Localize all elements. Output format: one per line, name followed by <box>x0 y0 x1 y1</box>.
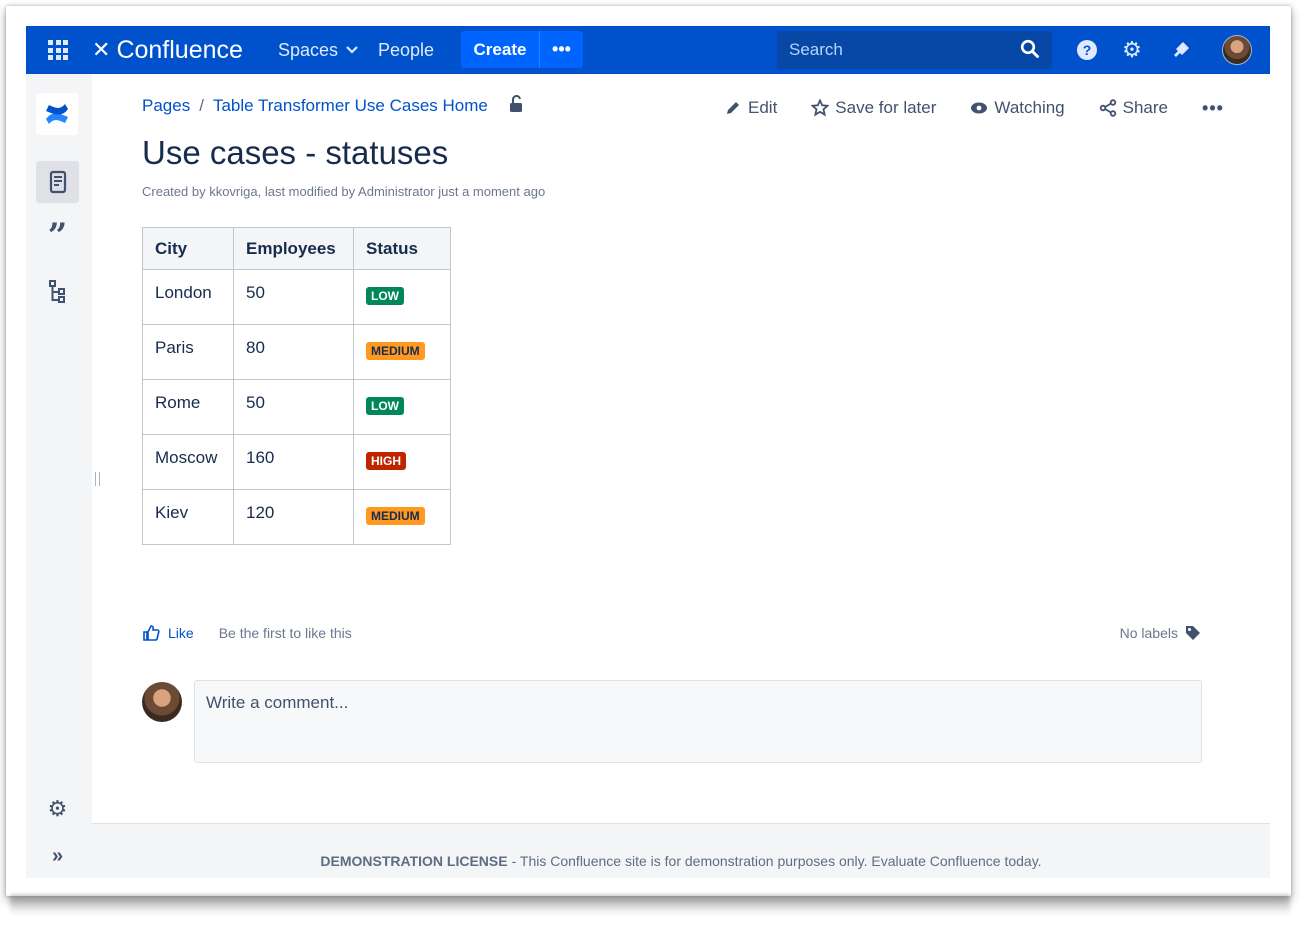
like-icon <box>143 625 160 641</box>
confluence-logo-icon <box>46 104 68 124</box>
header-status: Status <box>353 227 451 270</box>
space-settings-icon[interactable]: ⚙ <box>36 788 79 830</box>
page-content: Pages / Table Transformer Use Cases Home… <box>92 74 1270 824</box>
edit-label: Edit <box>748 98 778 117</box>
side-rail: ” ⚙ » <box>26 74 92 878</box>
people-link[interactable]: People <box>378 26 434 74</box>
license-label: DEMONSTRATION LICENSE <box>320 853 508 869</box>
watching-button[interactable]: Watching <box>970 98 1065 118</box>
edit-button[interactable]: Edit <box>724 98 777 118</box>
breadcrumb: Pages / Table Transformer Use Cases Home <box>142 95 524 116</box>
status-badge: MEDIUM <box>366 507 425 525</box>
comment-input[interactable]: Write a comment... <box>194 680 1202 763</box>
save-label: Save for later <box>835 98 937 117</box>
save-for-later-button[interactable]: Save for later <box>811 98 936 118</box>
tree-icon[interactable] <box>36 271 79 313</box>
page-title: Use cases - statuses <box>142 134 449 171</box>
pencil-icon <box>724 99 742 117</box>
status-badge: LOW <box>366 287 404 305</box>
help-icon[interactable]: ? <box>1075 38 1099 62</box>
cell-status: MEDIUM <box>353 489 451 545</box>
expand-icon[interactable]: » <box>36 835 79 877</box>
table-header-row: City Employees Status <box>142 227 451 270</box>
star-icon <box>811 99 830 117</box>
confluence-app: ✕ Confluence Spaces People Create ••• Se… <box>26 26 1270 878</box>
quote-icon[interactable]: ” <box>36 215 79 257</box>
table-row: Moscow 160 HIGH <box>142 434 451 490</box>
more-actions-button[interactable]: ••• <box>1202 98 1224 119</box>
comment-avatar <box>142 682 182 722</box>
header-employees: Employees <box>233 227 354 270</box>
labels-text: No labels <box>1119 625 1178 641</box>
cell-employees: 120 <box>233 489 354 545</box>
app-switcher-icon[interactable] <box>46 26 70 74</box>
chevron-down-icon <box>346 43 358 57</box>
table-row: Rome 50 LOW <box>142 379 451 435</box>
share-icon <box>1099 99 1117 117</box>
cell-status: HIGH <box>353 434 451 490</box>
license-text: - This Confluence site is for demonstrat… <box>511 853 1042 869</box>
status-table: City Employees Status London 50 LOW Pari… <box>142 227 451 545</box>
breadcrumb-separator: / <box>199 96 204 115</box>
cell-city: Rome <box>142 379 234 435</box>
footer-license-notice: DEMONSTRATION LICENSE - This Confluence … <box>92 823 1270 878</box>
tag-icon <box>1186 626 1200 640</box>
table-row: London 50 LOW <box>142 269 451 325</box>
cell-city: London <box>142 269 234 325</box>
cell-city: Paris <box>142 324 234 380</box>
cell-employees: 50 <box>233 379 354 435</box>
share-label: Share <box>1122 98 1169 117</box>
cell-employees: 80 <box>233 324 354 380</box>
user-avatar[interactable] <box>1222 35 1252 65</box>
status-badge: LOW <box>366 397 404 415</box>
search-icon <box>1020 39 1039 58</box>
like-section: Like Be the first to like this No labels <box>142 622 1202 644</box>
search-placeholder: Search <box>789 40 843 59</box>
create-more-button[interactable]: ••• <box>539 31 583 68</box>
space-logo[interactable] <box>36 93 78 135</box>
spaces-menu[interactable]: Spaces <box>278 26 358 74</box>
search-input[interactable]: Search <box>777 31 1052 69</box>
settings-icon[interactable]: ⚙ <box>1120 37 1144 62</box>
like-label: Like <box>168 625 194 641</box>
cell-status: LOW <box>353 379 451 435</box>
create-button[interactable]: Create <box>461 31 539 68</box>
breadcrumb-parent[interactable]: Table Transformer Use Cases Home <box>213 96 488 116</box>
cell-employees: 50 <box>233 269 354 325</box>
unlock-icon[interactable] <box>508 95 524 113</box>
spaces-label: Spaces <box>278 39 339 60</box>
status-badge: MEDIUM <box>366 342 425 360</box>
page-actions: Edit Save for later Watching Share ••• <box>724 96 1224 120</box>
page-byline: Created by kkovriga, last modified by Ad… <box>142 184 546 199</box>
breadcrumb-pages[interactable]: Pages <box>142 96 190 116</box>
logo-text: Confluence <box>116 35 243 64</box>
eye-icon <box>970 99 988 117</box>
share-button[interactable]: Share <box>1099 98 1168 118</box>
like-summary: Be the first to like this <box>218 625 352 641</box>
header-city: City <box>142 227 234 270</box>
cell-city: Moscow <box>142 434 234 490</box>
status-badge: HIGH <box>366 452 406 470</box>
table-row: Kiev 120 MEDIUM <box>142 489 451 545</box>
watching-label: Watching <box>994 98 1065 117</box>
confluence-logo-icon: ✕ <box>92 37 111 62</box>
cell-status: LOW <box>353 269 451 325</box>
pages-icon[interactable] <box>36 161 79 203</box>
cell-employees: 160 <box>233 434 354 490</box>
cell-city: Kiev <box>142 489 234 545</box>
top-navigation-bar: ✕ Confluence Spaces People Create ••• Se… <box>26 26 1270 74</box>
labels-section[interactable]: No labels <box>1120 624 1202 642</box>
table-row: Paris 80 MEDIUM <box>142 324 451 380</box>
cell-status: MEDIUM <box>353 324 451 380</box>
confluence-logo[interactable]: ✕ Confluence <box>92 26 243 74</box>
like-button[interactable]: Like <box>142 624 194 642</box>
frame-shadow <box>10 895 1290 915</box>
notifications-icon[interactable] <box>1169 38 1193 62</box>
